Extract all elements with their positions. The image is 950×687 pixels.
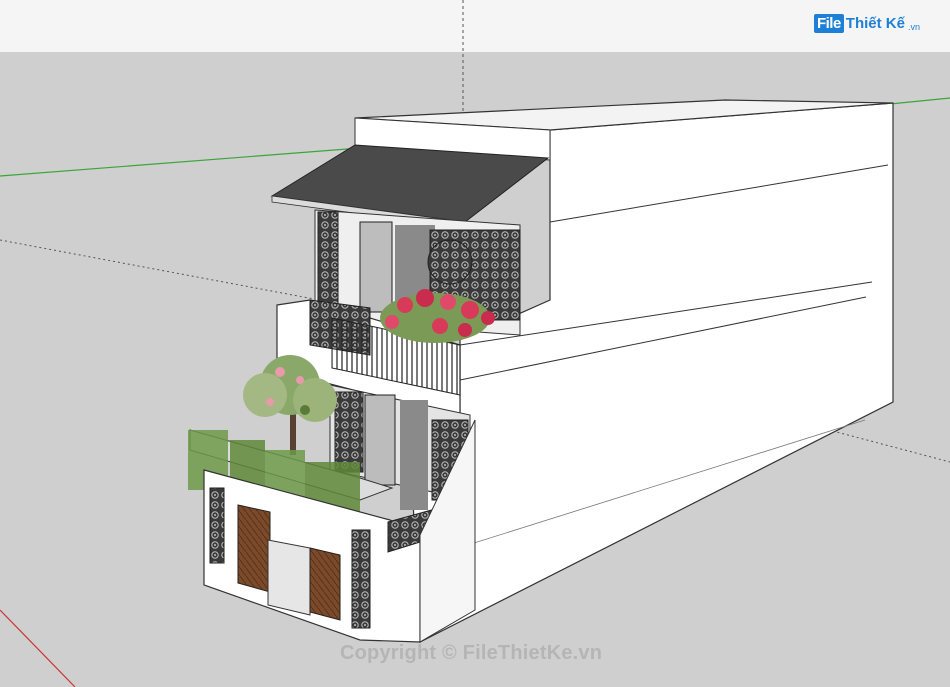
lower-concrete: [400, 400, 428, 510]
copyright-watermark: Copyright © FileThietKe.vn: [340, 642, 603, 664]
model-viewport[interactable]: File Thiết Kế .vn Copyright © FileThietK…: [0, 0, 950, 687]
green-axis-line-right: [889, 97, 950, 105]
gate-lattice-left: [209, 487, 225, 564]
logo-mark: File: [813, 14, 844, 33]
gate-door-left: [237, 504, 271, 593]
upper-door: [359, 221, 393, 313]
logo-suffix: .vn: [907, 21, 920, 32]
red-axis-line: [0, 609, 76, 687]
green-axis-line: [0, 147, 361, 177]
roof-awning: [270, 144, 550, 223]
lower-door: [364, 394, 396, 486]
dotted-guide-left: [0, 239, 331, 303]
moon-window: [427, 239, 473, 285]
site-logo: File Thiết Kế .vn: [813, 14, 920, 33]
gate-lattice-right: [351, 529, 371, 629]
gate-door-right: [309, 547, 341, 621]
logo-text: Thiết Kế: [845, 15, 905, 32]
garage-opening: [267, 539, 311, 616]
model-scene: [0, 0, 950, 687]
lower-lattice-left: [334, 391, 364, 473]
